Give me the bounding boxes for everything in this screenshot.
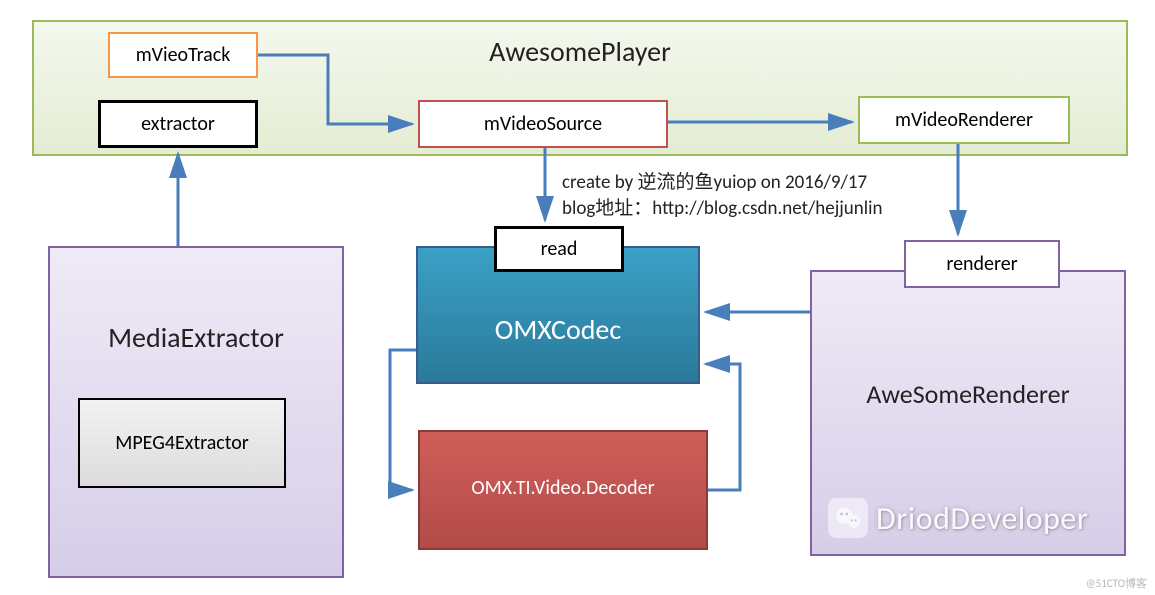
wechat-icon bbox=[828, 498, 868, 538]
watermark-text: DriodDeveloper bbox=[876, 499, 1089, 538]
decoder-title: OMX.TI.Video.Decoder bbox=[471, 476, 654, 500]
annotation-line2: blog地址：http://blog.csdn.net/hejjunlin bbox=[562, 196, 882, 222]
awesomerenderer-title: AweSomeRenderer bbox=[866, 378, 1069, 410]
mpeg4extractor-label: MPEG4Extractor bbox=[115, 431, 249, 455]
mpeg4extractor-box: MPEG4Extractor bbox=[78, 398, 286, 488]
renderer-box: renderer bbox=[904, 240, 1060, 288]
extractor-label: extractor bbox=[141, 112, 215, 136]
read-box: read bbox=[494, 226, 624, 272]
mvieotrack-box: mVieoTrack bbox=[108, 32, 258, 78]
mvideorenderer-box: mVideoRenderer bbox=[858, 96, 1070, 144]
arrow-omxcodec-to-decoder bbox=[390, 350, 416, 490]
extractor-box: extractor bbox=[98, 100, 258, 148]
mvideorenderer-label: mVideoRenderer bbox=[895, 108, 1033, 132]
omxcodec-title: OMXCodec bbox=[495, 312, 621, 347]
mvideosource-label: mVideoSource bbox=[484, 112, 602, 136]
mvideosource-box: mVideoSource bbox=[418, 100, 668, 148]
renderer-label: renderer bbox=[946, 252, 1017, 276]
watermark: DriodDeveloper bbox=[828, 498, 1089, 538]
mediaextractor-title: MediaExtractor bbox=[108, 320, 284, 355]
annotation-text: create by 逆流的鱼yuiop on 2016/9/17 blog地址：… bbox=[562, 170, 882, 221]
mvieotrack-label: mVieoTrack bbox=[136, 43, 231, 67]
awesomeplayer-title: AwesomePlayer bbox=[489, 34, 671, 69]
decoder-panel: OMX.TI.Video.Decoder bbox=[418, 430, 708, 550]
annotation-line1: create by 逆流的鱼yuiop on 2016/9/17 bbox=[562, 170, 882, 196]
credit: @51CTO博客 bbox=[1086, 575, 1147, 591]
read-label: read bbox=[541, 237, 578, 261]
arrow-decoder-to-omxcodec bbox=[706, 364, 740, 490]
mediaextractor-panel: MediaExtractor MPEG4Extractor bbox=[48, 246, 344, 578]
